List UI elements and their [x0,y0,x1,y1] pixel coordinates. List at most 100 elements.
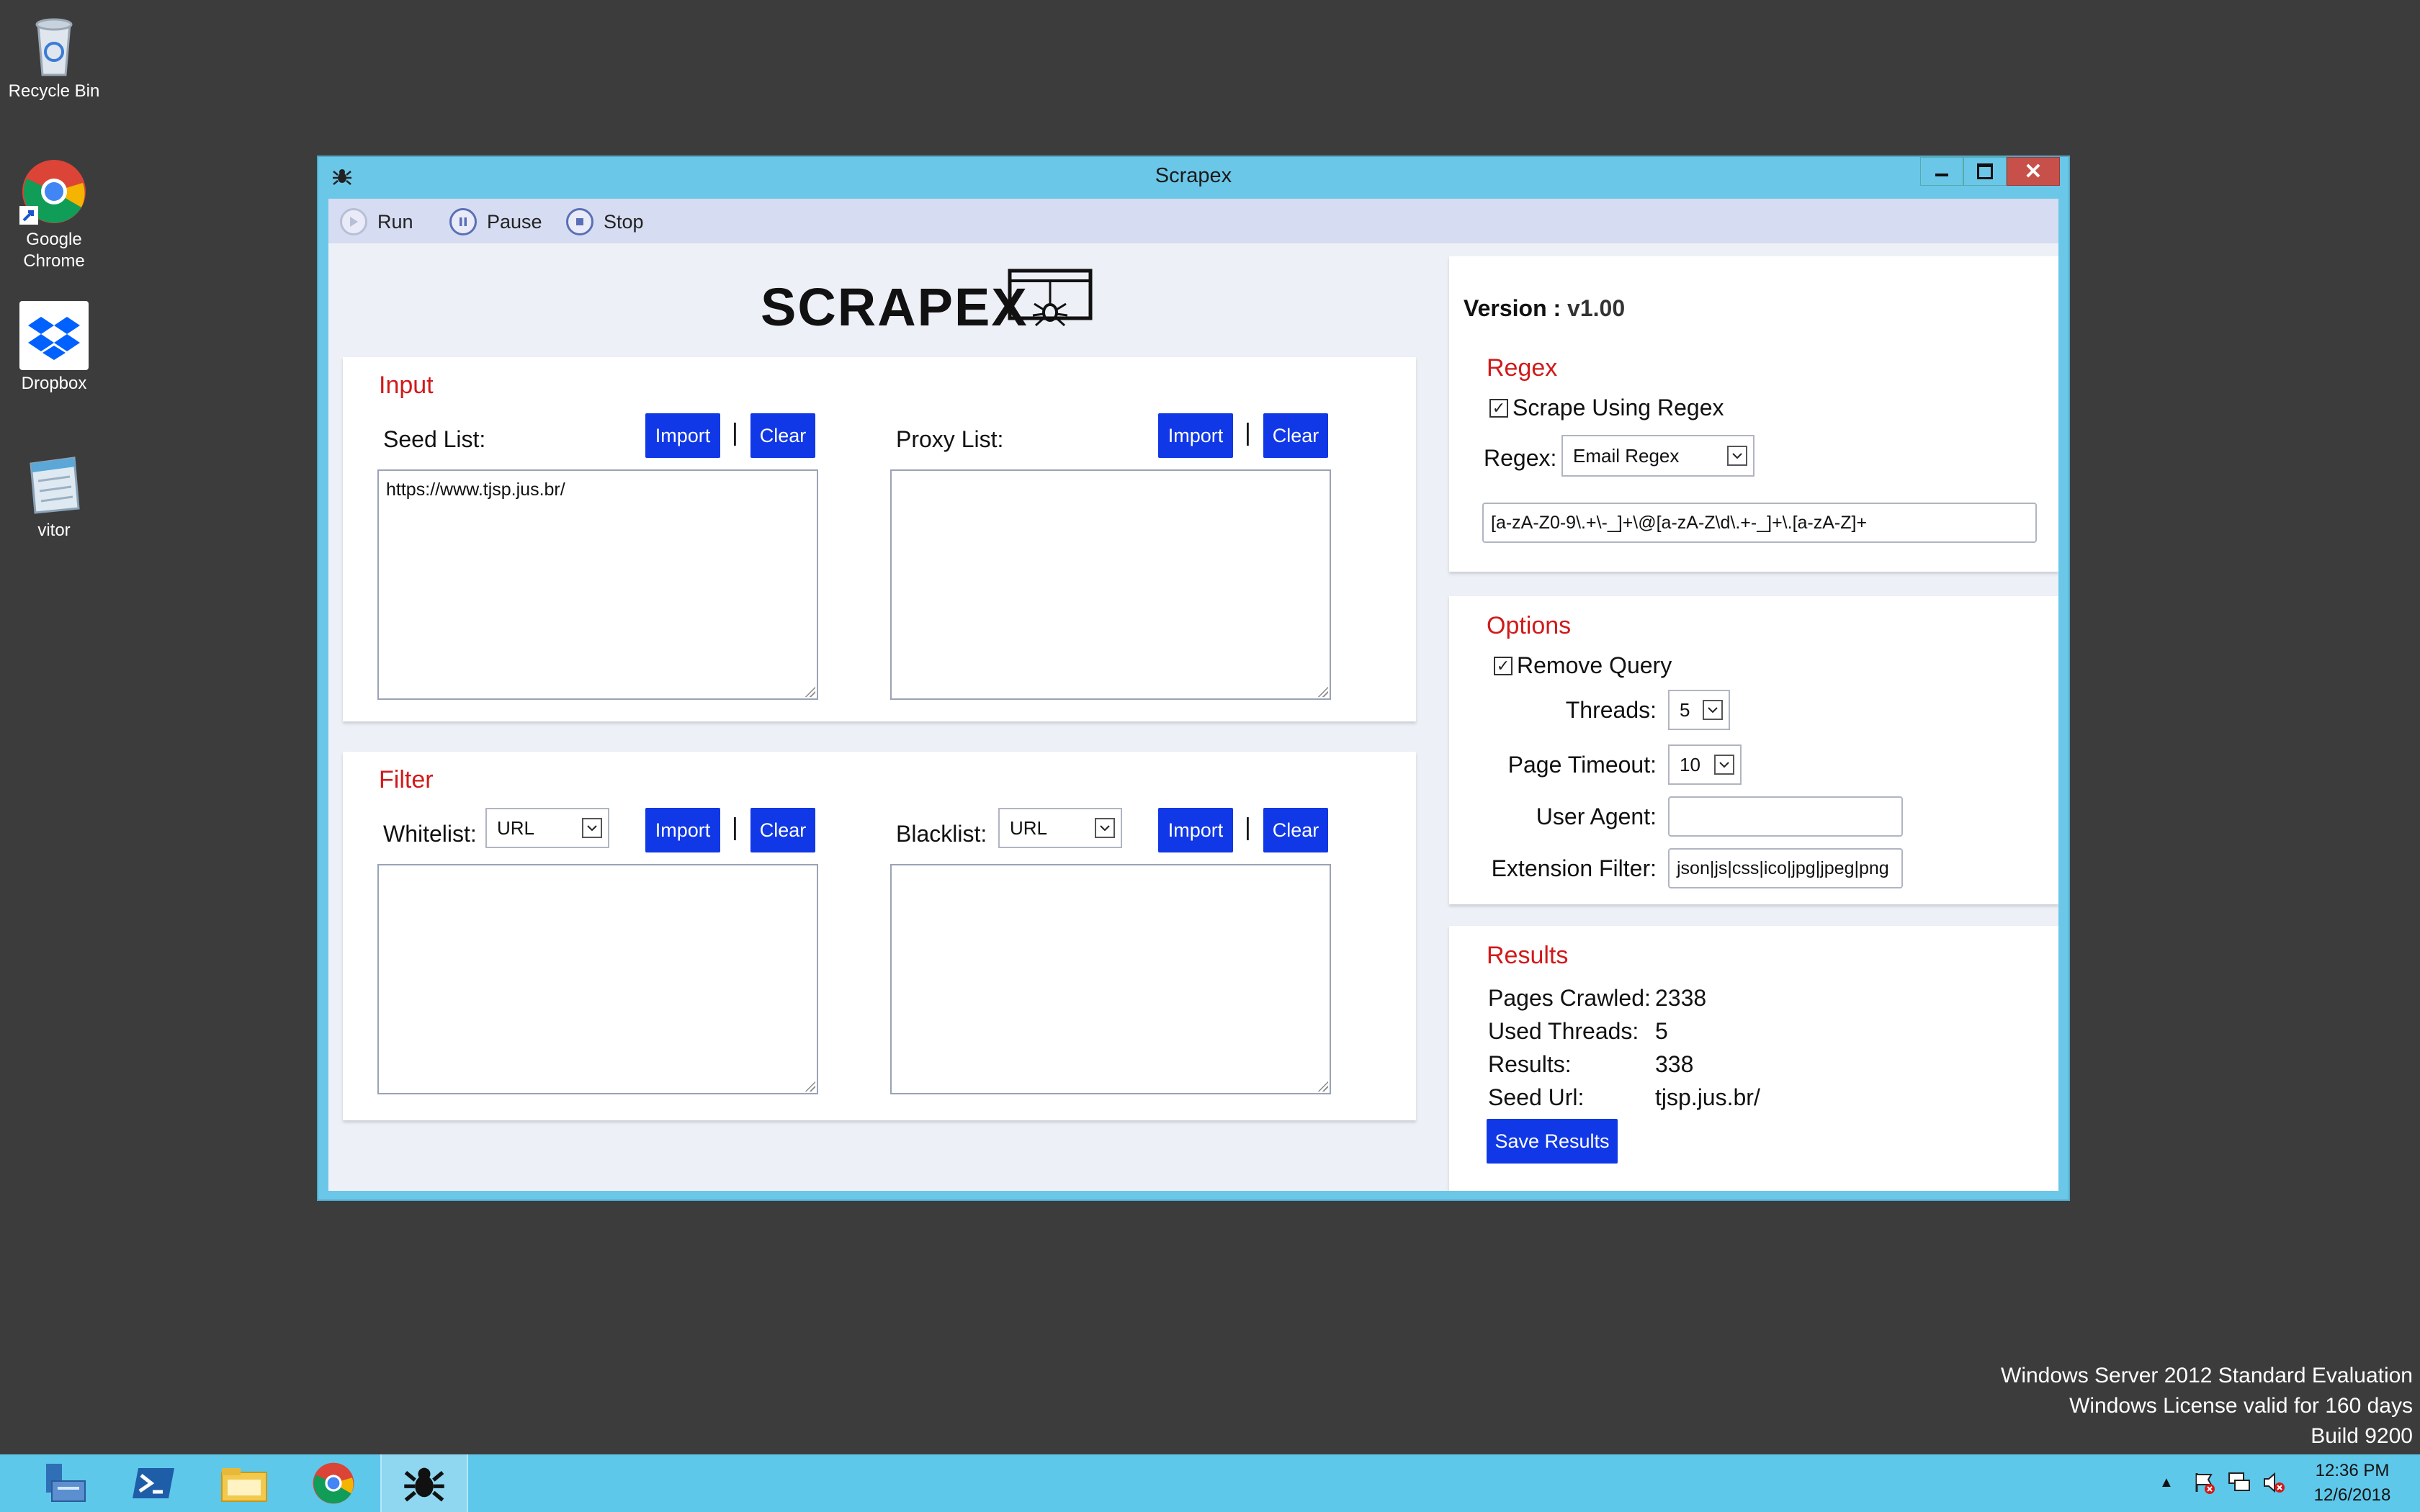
filter-section-title: Filter [379,766,434,793]
remove-query-checkbox[interactable]: ✓ Remove Query [1494,652,1672,679]
file-explorer-button[interactable] [202,1454,287,1512]
maximize-button[interactable] [1963,157,2007,186]
user-agent-input[interactable] [1668,796,1903,837]
chrome-icon [19,157,89,226]
title-bar[interactable]: Scrapex ✕ [318,157,2069,197]
separator: | [1245,814,1251,841]
desktop-icon-dropbox[interactable]: Dropbox [0,301,108,395]
file-explorer-icon [221,1468,267,1502]
extension-filter-label: Extension Filter: [1491,855,1657,881]
watermark-line: Build 9200 [2311,1424,2413,1448]
blacklist-clear-button[interactable]: Clear [1263,808,1328,852]
desktop-icon-vitor[interactable]: vitor [0,448,108,541]
threads-select[interactable]: 5 [1668,690,1730,730]
whitelist-type-select[interactable]: URL [485,808,609,848]
results-panel: Results Pages Crawled: 2338 Used Threads… [1449,926,2058,1191]
toolbar: Run Pause Stop [328,199,2058,243]
seed-url-value: tjsp.jus.br/ [1655,1084,1760,1110]
whitelist-clear-button[interactable]: Clear [750,808,815,852]
show-hidden-icons-icon[interactable]: ▲ [2159,1475,2174,1491]
regex-select-label: Regex: [1484,445,1557,471]
chevron-down-icon [582,818,602,838]
user-agent-label: User Agent: [1536,804,1657,829]
blacklist-import-button[interactable]: Import [1158,808,1233,852]
chevron-down-icon [1095,818,1115,838]
server-manager-button[interactable] [22,1454,107,1512]
used-threads-label: Used Threads: [1488,1018,1639,1044]
chevron-down-icon [1714,755,1734,775]
resize-grip-icon[interactable] [1317,1080,1328,1092]
network-icon[interactable] [2227,1470,2251,1498]
save-results-button[interactable]: Save Results [1487,1119,1618,1164]
desktop-icon-chrome[interactable]: Google Chrome [0,157,108,272]
version-value: v1.00 [1567,295,1626,321]
powershell-button[interactable] [111,1454,196,1512]
windows-watermark: Windows Server 2012 Standard Evaluation … [2001,1361,2413,1452]
blacklist-type-value: URL [1010,816,1048,839]
blacklist-label: Blacklist: [896,821,987,847]
proxy-import-button[interactable]: Import [1158,413,1233,458]
whitelist-label: Whitelist: [383,821,477,847]
pause-button[interactable]: Pause [449,206,542,238]
minimize-button[interactable] [1920,157,1963,186]
seed-clear-button[interactable]: Clear [750,413,815,458]
run-button[interactable]: Run [340,206,413,238]
scrapex-taskbar-button[interactable] [380,1454,468,1512]
stop-button[interactable]: Stop [566,206,644,238]
seed-list-textarea[interactable]: https://www.tjsp.jus.br/ [377,469,818,700]
separator: | [1245,419,1251,446]
separator: | [732,814,738,841]
logo-text: SCRAPEX [761,277,1028,337]
chevron-down-icon [1727,446,1747,466]
extension-filter-input[interactable]: json|js|css|ico|jpg|jpeg|png [1668,848,1903,888]
regex-pattern-input[interactable]: [a-zA-Z0-9\.+\-_]+\@[a-zA-Z\d\.+-_]+\.[a… [1482,503,2037,543]
options-panel: Options ✓ Remove Query Threads: 5 Page T… [1449,596,2058,904]
chrome-icon [313,1462,354,1504]
page-timeout-select[interactable]: 10 [1668,744,1742,785]
checkmark-icon: ✓ [1494,656,1512,675]
pause-icon [449,208,477,235]
clock-date: 12/6/2018 [2313,1485,2391,1505]
whitelist-import-button[interactable]: Import [645,808,720,852]
results-section-title: Results [1487,942,1569,969]
volume-icon[interactable] [2262,1470,2286,1498]
whitelist-textarea[interactable] [377,864,818,1094]
clock-time: 12:36 PM [2315,1461,2390,1480]
blacklist-textarea[interactable] [890,864,1331,1094]
scrapex-window: Scrapex ✕ Run Pause Stop SCRAPEX Input S… [317,156,2070,1201]
run-label: Run [377,210,413,233]
filter-panel: Filter Whitelist: URL Import | Clear Bla… [343,752,1416,1120]
minimize-icon [1935,174,1948,176]
regex-select[interactable]: Email Regex [1561,435,1754,477]
resize-grip-icon[interactable] [804,1080,815,1092]
proxy-clear-button[interactable]: Clear [1263,413,1328,458]
results-count-value: 338 [1655,1051,1694,1077]
scrape-using-regex-checkbox[interactable]: ✓ Scrape Using Regex [1489,395,1724,421]
checkmark-icon: ✓ [1489,398,1508,418]
recycle-bin-icon [19,9,89,78]
desktop-icon-label: Dropbox [21,374,87,393]
page-timeout-value: 10 [1680,753,1700,775]
scrapex-logo: SCRAPEX [761,268,1099,340]
seed-import-button[interactable]: Import [645,413,720,458]
regex-panel: Version : v1.00 Regex ✓ Scrape Using Reg… [1449,256,2058,572]
maximize-icon [1977,163,1993,179]
whitelist-type-value: URL [497,816,535,839]
pause-label: Pause [487,210,542,233]
blacklist-type-select[interactable]: URL [998,808,1122,848]
chrome-taskbar-button[interactable] [291,1454,376,1512]
scrapex-icon [404,1467,444,1502]
close-button[interactable]: ✕ [2007,157,2060,186]
action-center-icon[interactable] [2192,1470,2217,1498]
resize-grip-icon[interactable] [804,685,815,697]
resize-grip-icon[interactable] [1317,685,1328,697]
used-threads-value: 5 [1655,1018,1668,1044]
clock[interactable]: 12:36 PM 12/6/2018 [2302,1459,2403,1508]
window-title: Scrapex [1155,164,1232,187]
threads-label: Threads: [1565,697,1657,723]
desktop-icon-recycle-bin[interactable]: Recycle Bin [0,9,108,102]
input-panel: Input Seed List: Import | Clear https://… [343,357,1416,721]
proxy-list-textarea[interactable] [890,469,1331,700]
results-count-label: Results: [1488,1051,1572,1077]
pages-crawled-value: 2338 [1655,985,1707,1011]
